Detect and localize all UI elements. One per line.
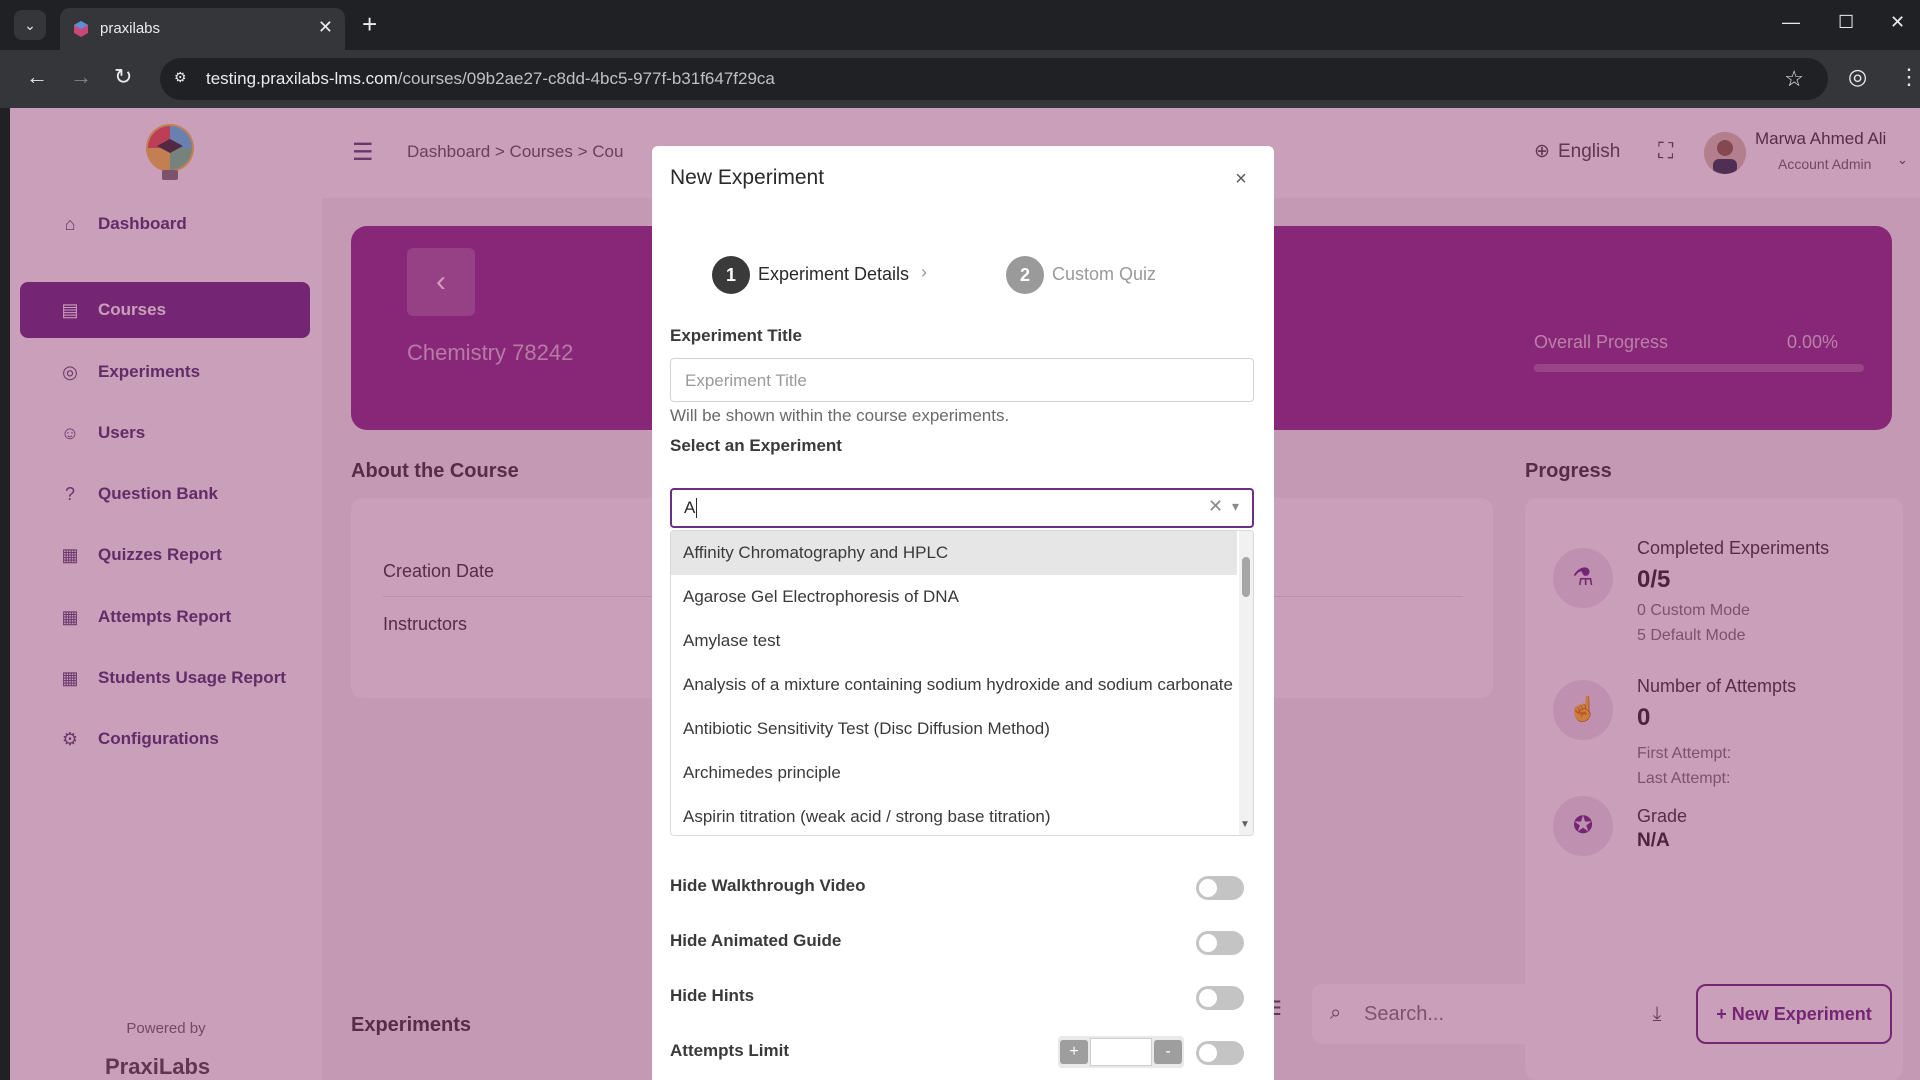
plus-button[interactable]: + (1060, 1040, 1088, 1064)
menu-scrollbar[interactable]: ▼ (1239, 531, 1253, 835)
window-close-icon[interactable]: ✕ (1890, 12, 1905, 33)
bookmark-star-icon[interactable]: ☆ (1784, 66, 1804, 92)
step-label: Experiment Details (758, 264, 910, 284)
browser-tab-bar: ⌄ praxilabs ✕ + — ☐ ✕ (0, 0, 1920, 50)
modal-title: New Experiment (670, 166, 825, 189)
chevron-right-icon: › (921, 262, 927, 282)
maximize-icon[interactable]: ☐ (1838, 12, 1854, 33)
chevron-down-icon[interactable]: ▾ (1232, 498, 1239, 515)
tab-title: praxilabs (100, 20, 161, 37)
browser-tab[interactable]: praxilabs ✕ (60, 8, 345, 50)
step-custom-quiz[interactable]: 2 Custom Quiz (988, 236, 1174, 314)
option-item[interactable]: Agarose Gel Electrophoresis of DNA (671, 575, 1237, 619)
tab-search-button[interactable]: ⌄ (14, 10, 46, 40)
hide-hints-label: Hide Hints (670, 986, 755, 1005)
hide-animated-guide-toggle[interactable] (1196, 931, 1244, 955)
tab-close-icon[interactable]: ✕ (318, 17, 333, 38)
toggle-knob (1199, 879, 1217, 897)
praxilabs-favicon-icon (74, 21, 88, 37)
option-item[interactable]: Aspirin titration (weak acid / strong ba… (671, 795, 1237, 835)
experiment-title-hint: Will be shown within the course experime… (670, 406, 1010, 425)
step-number: 2 (1006, 256, 1044, 294)
experiment-options-menu: Affinity Chromatography and HPLC Agarose… (670, 530, 1254, 836)
profile-icon[interactable]: ◎ (1848, 64, 1867, 90)
step-label: Custom Quiz (1052, 264, 1157, 284)
back-arrow-icon[interactable]: ← (26, 64, 48, 90)
reload-icon[interactable]: ↻ (114, 64, 132, 90)
hide-walkthrough-label: Hide Walkthrough Video (670, 876, 866, 895)
minus-button[interactable]: - (1154, 1040, 1182, 1064)
url-text: testing.praxilabs-lms.com/courses/09b2ae… (206, 69, 775, 88)
new-tab-icon[interactable]: + (362, 11, 377, 37)
attempts-limit-toggle[interactable] (1196, 1041, 1244, 1065)
hide-animated-guide-label: Hide Animated Guide (670, 931, 842, 950)
toggle-knob (1199, 1044, 1217, 1062)
text-cursor (696, 498, 697, 518)
minimize-icon[interactable]: — (1782, 12, 1800, 33)
clear-icon[interactable]: ✕ (1208, 496, 1223, 517)
option-item[interactable]: Antibiotic Sensitivity Test (Disc Diffus… (671, 707, 1237, 751)
hide-hints-toggle[interactable] (1196, 986, 1244, 1010)
address-bar[interactable]: ⚙ testing.praxilabs-lms.com/courses/09b2… (160, 58, 1828, 100)
option-item[interactable]: Analysis of a mixture containing sodium … (671, 663, 1237, 707)
browser-toolbar: ← → ↻ ⚙ testing.praxilabs-lms.com/course… (0, 50, 1920, 108)
option-item[interactable]: Archimedes principle (671, 751, 1237, 795)
hide-walkthrough-toggle[interactable] (1196, 876, 1244, 900)
new-experiment-modal: New Experiment × 1 Experiment Details › … (652, 146, 1274, 1080)
wizard-stepper: 1 Experiment Details › 2 Custom Quiz (670, 236, 1254, 316)
select-experiment-label: Select an Experiment (670, 436, 842, 455)
step-experiment-details[interactable]: 1 Experiment Details (694, 236, 926, 314)
scroll-thumb[interactable] (1242, 557, 1250, 597)
browser-menu-icon[interactable]: ⋮ (1898, 64, 1920, 90)
scroll-down-arrow-icon[interactable]: ▼ (1240, 819, 1250, 830)
experiment-title-placeholder: Experiment Title (685, 371, 807, 390)
toggle-knob (1199, 934, 1217, 952)
forward-arrow-icon[interactable]: → (70, 64, 92, 90)
experiment-title-input[interactable]: Experiment Title (670, 358, 1254, 402)
select-experiment-input[interactable]: A ✕ ▾ (670, 488, 1254, 528)
attempts-limit-input[interactable] (1090, 1038, 1152, 1066)
experiment-title-label: Experiment Title (670, 326, 802, 345)
select-typed-text: A (684, 498, 696, 517)
attempts-limit-label: Attempts Limit (670, 1041, 789, 1060)
attempts-limit-stepper: + - (1058, 1036, 1184, 1068)
option-item[interactable]: Amylase test (671, 619, 1237, 663)
close-icon[interactable]: × (1224, 162, 1258, 196)
step-number: 1 (712, 256, 750, 294)
site-info-icon[interactable]: ⚙ (174, 69, 194, 89)
toggle-knob (1199, 989, 1217, 1007)
option-item[interactable]: Affinity Chromatography and HPLC (671, 531, 1237, 575)
